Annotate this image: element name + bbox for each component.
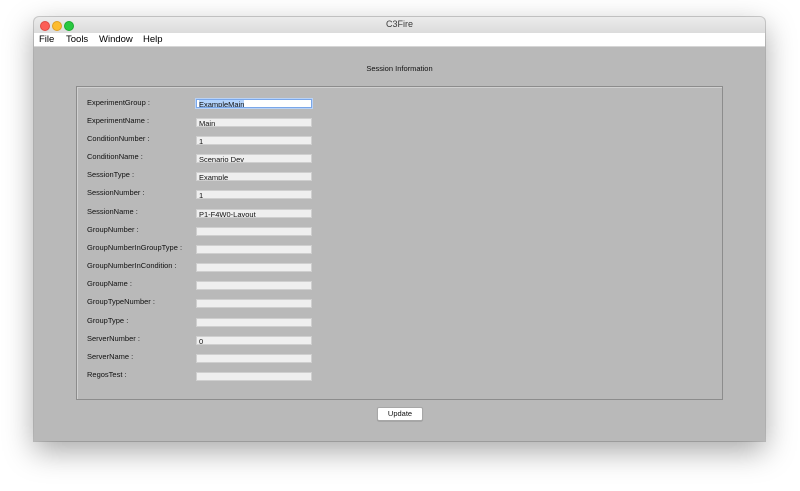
section-heading: Session Information (366, 64, 433, 73)
regos-test-field[interactable] (196, 372, 312, 381)
label-session-number: SessionNumber : (87, 188, 145, 197)
group-name-field[interactable] (196, 281, 312, 290)
window-title: C3Fire (385, 19, 413, 29)
group-number-in-group-type-field[interactable] (196, 245, 312, 254)
experiment-name-field[interactable]: Main (196, 118, 312, 127)
label-experiment-group: ExperimentGroup : (87, 98, 150, 107)
condition-number-field[interactable]: 1 (196, 136, 312, 145)
menu-help[interactable]: Help (143, 34, 163, 45)
label-condition-name: ConditionName : (87, 152, 143, 161)
condition-name-field[interactable]: Scenario Dev (196, 154, 312, 163)
label-group-type-number: GroupTypeNumber : (87, 297, 155, 306)
update-button[interactable]: Update (377, 407, 423, 421)
group-type-field[interactable] (196, 318, 312, 327)
label-experiment-name: ExperimentName : (87, 116, 150, 125)
session-type-field[interactable]: Example (196, 172, 312, 181)
label-group-number-in-condition: GroupNumberInCondition : (87, 261, 177, 270)
session-name-field[interactable]: P1-F4W0-Layout (196, 209, 312, 218)
menu-tools[interactable]: Tools (66, 34, 88, 45)
label-server-name: ServerName : (87, 352, 134, 361)
label-group-number-in-group-type: GroupNumberInGroupType : (87, 243, 183, 252)
label-group-number: GroupNumber : (87, 225, 139, 234)
menu-window[interactable]: Window (99, 34, 133, 45)
server-name-field[interactable] (196, 354, 312, 363)
label-regos-test: RegosTest : (87, 370, 127, 379)
group-number-in-condition-field[interactable] (196, 263, 312, 272)
session-number-field[interactable]: 1 (196, 190, 312, 199)
label-group-name: GroupName : (87, 279, 133, 288)
experiment-group-field[interactable]: ExampleMain (196, 99, 312, 108)
label-session-type: SessionType : (87, 170, 135, 179)
menu-file[interactable]: File (39, 34, 54, 45)
label-group-type: GroupType : (87, 316, 129, 325)
group-type-number-field[interactable] (196, 299, 312, 308)
label-condition-number: ConditionNumber : (87, 134, 150, 143)
menu-bar: File Tools Window Help (34, 33, 765, 47)
app-window: C3Fire File Tools Window Help Session In… (34, 17, 765, 441)
label-server-number: ServerNumber : (87, 334, 140, 343)
server-number-field[interactable]: 0 (196, 336, 312, 345)
group-number-field[interactable] (196, 227, 312, 236)
title-bar[interactable]: C3Fire (34, 17, 765, 34)
label-session-name: SessionName : (87, 207, 138, 216)
